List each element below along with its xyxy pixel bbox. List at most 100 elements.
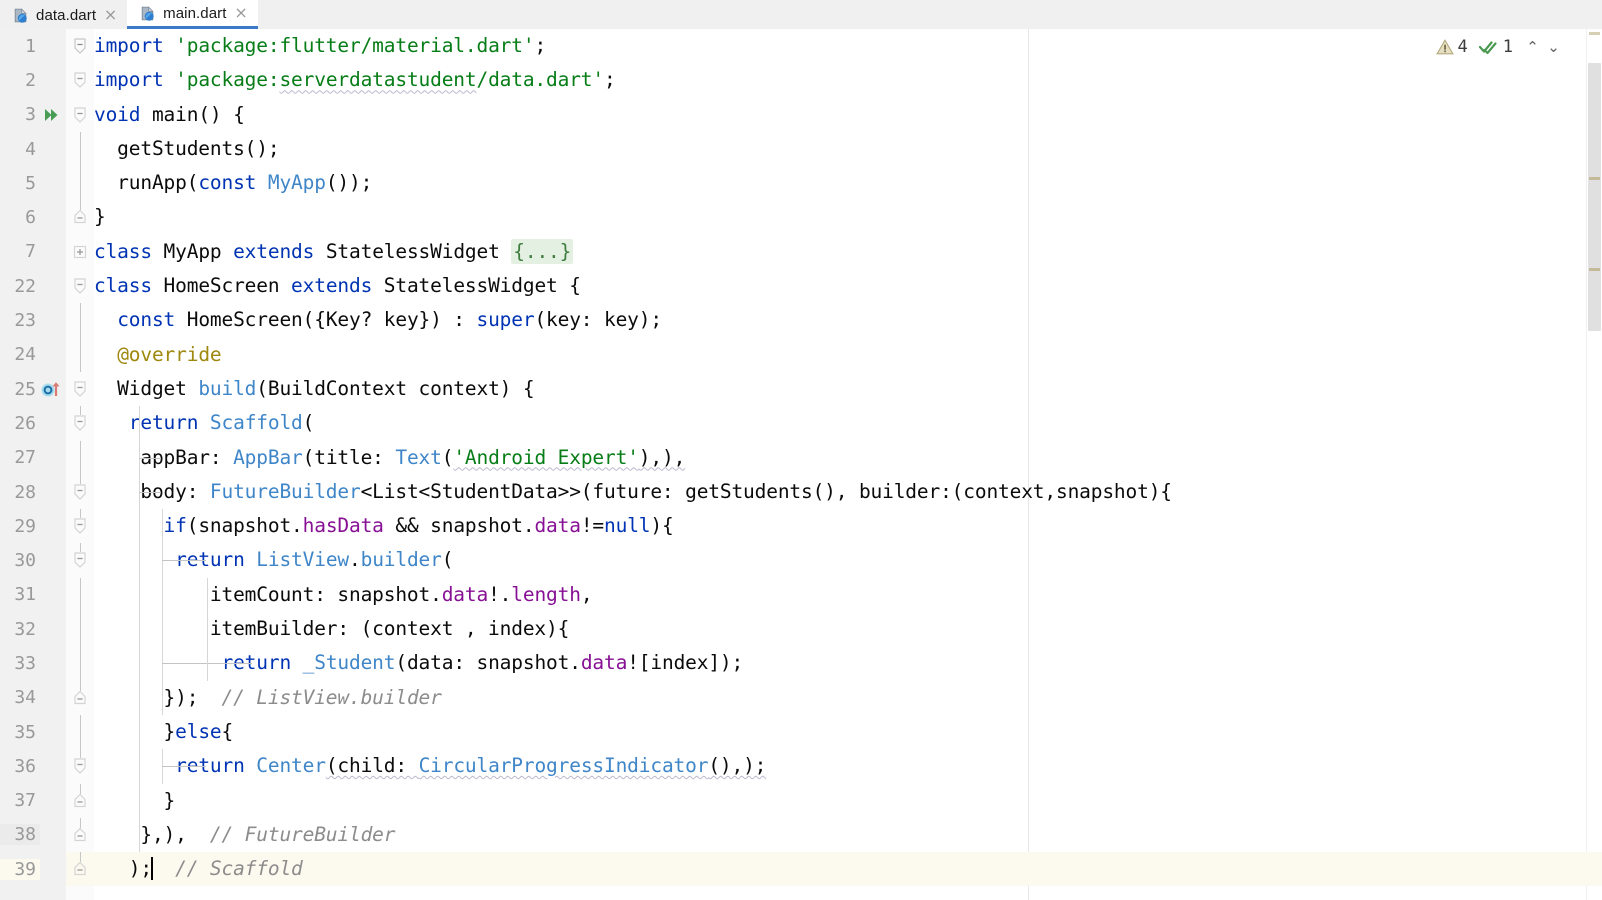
fold-marker-open[interactable] xyxy=(66,372,94,406)
code-line[interactable]: 27 appBar: AppBar(title: Text('Android E… xyxy=(0,440,1602,475)
fold-marker-collapsed[interactable] xyxy=(66,235,94,269)
code-line[interactable]: 4 getStudents(); xyxy=(0,131,1602,167)
code-text[interactable]: runApp(const MyApp()); xyxy=(94,166,1602,200)
code-line[interactable]: 26 return Scaffold( xyxy=(0,406,1602,441)
close-icon[interactable]: × xyxy=(234,5,249,21)
code-text[interactable]: itemBuilder: (context , index){ xyxy=(94,612,1602,647)
code-text[interactable]: return Center(child: CircularProgressInd… xyxy=(94,749,1602,784)
run-double-arrow-icon[interactable] xyxy=(43,106,61,129)
chevron-up-icon[interactable]: ⌃ xyxy=(1524,38,1541,56)
code-line[interactable]: 25 Widget build(BuildContext context) { xyxy=(0,372,1602,406)
code-text[interactable]: return ListView.builder( xyxy=(94,543,1602,578)
fold-marker-end[interactable] xyxy=(66,817,94,852)
code-text[interactable]: appBar: AppBar(title: Text('Android Expe… xyxy=(94,440,1602,475)
fold-marker-open[interactable] xyxy=(66,543,94,577)
line-number: 22 xyxy=(14,275,36,297)
fold-marker-end[interactable] xyxy=(66,200,94,234)
code-editor[interactable]: 4 1 ⌃ ⌄ 1 import 'package:flutter/materi… xyxy=(0,29,1602,900)
code-line[interactable]: 32 itemBuilder: (context , index){ xyxy=(0,612,1602,647)
fold-chevron-icon[interactable] xyxy=(73,758,87,775)
code-text[interactable]: }); // ListView.builder xyxy=(94,680,1602,715)
code-text[interactable]: void main() { xyxy=(94,98,1602,132)
fold-chevron-icon[interactable] xyxy=(73,518,87,535)
fold-end-icon[interactable] xyxy=(73,210,87,226)
chevron-down-icon[interactable]: ⌄ xyxy=(1545,38,1562,56)
inspection-status-widget[interactable]: 4 1 ⌃ ⌄ xyxy=(1435,35,1563,59)
fold-chevron-icon[interactable] xyxy=(73,552,87,569)
code-line[interactable]: 5 runApp(const MyApp()); xyxy=(0,166,1602,201)
code-text[interactable]: import 'package:flutter/material.dart'; xyxy=(94,29,1602,63)
warning-triangle-icon xyxy=(1435,38,1454,56)
fold-end-icon[interactable] xyxy=(73,827,87,844)
code-line[interactable]: 38 },), // FutureBuilder xyxy=(0,817,1602,853)
code-text[interactable]: },), // FutureBuilder xyxy=(94,817,1602,853)
fold-marker-open[interactable] xyxy=(66,63,94,97)
fold-marker-open[interactable] xyxy=(66,749,94,783)
code-text[interactable]: ); // Scaffold xyxy=(94,852,1602,887)
gutter-icon-slot xyxy=(40,338,66,372)
fold-marker-end[interactable] xyxy=(66,680,94,715)
fold-end-icon[interactable] xyxy=(73,690,87,707)
fold-chevron-icon[interactable] xyxy=(73,415,87,432)
fold-marker-end[interactable] xyxy=(66,852,94,887)
fold-marker-open[interactable] xyxy=(66,406,94,440)
code-line[interactable]: 7 class MyApp extends StatelessWidget {.… xyxy=(0,235,1602,269)
code-line[interactable]: 22 class HomeScreen extends StatelessWid… xyxy=(0,269,1602,303)
code-line[interactable]: 2 import 'package:serverdatastudent/data… xyxy=(0,63,1602,97)
fold-chevron-icon[interactable] xyxy=(73,278,87,294)
code-line[interactable]: 31 itemCount: snapshot.data!.length, xyxy=(0,577,1602,613)
code-line[interactable]: 23 const HomeScreen({Key? key}) : super(… xyxy=(0,303,1602,338)
gutter-icon-slot xyxy=(40,235,66,269)
code-text[interactable]: return Scaffold( xyxy=(94,406,1602,441)
overriding-method-icon[interactable] xyxy=(41,379,65,404)
code-line[interactable]: 1 import 'package:flutter/material.dart'… xyxy=(0,29,1602,63)
code-text[interactable]: getStudents(); xyxy=(94,132,1602,166)
fold-end-icon[interactable] xyxy=(73,793,87,810)
fold-expand-icon[interactable] xyxy=(73,245,87,261)
code-line[interactable]: 29 if(snapshot.hasData && snapshot.data!… xyxy=(0,509,1602,544)
gutter-icon-slot xyxy=(40,63,66,97)
code-text[interactable]: class MyApp extends StatelessWidget {...… xyxy=(94,235,1602,269)
code-text[interactable]: return _Student(data: snapshot.data![ind… xyxy=(94,646,1602,681)
tab-main-dart[interactable]: main.dart × xyxy=(127,0,258,29)
fold-chevron-icon[interactable] xyxy=(73,72,87,89)
code-text[interactable]: } xyxy=(94,783,1602,818)
code-text[interactable]: } xyxy=(94,200,1602,234)
code-line[interactable]: 30 return ListView.builder( xyxy=(0,543,1602,578)
code-text[interactable]: @override xyxy=(94,338,1602,372)
code-line[interactable]: 34 }); // ListView.builder xyxy=(0,680,1602,715)
code-line[interactable]: 3 void main() { xyxy=(0,98,1602,132)
fold-marker-open[interactable] xyxy=(66,474,94,509)
code-line-current[interactable]: 39 ); // Scaffold xyxy=(0,852,1602,887)
code-line[interactable]: 28 body: FutureBuilder<List<StudentData>… xyxy=(0,474,1602,510)
code-text[interactable]: if(snapshot.hasData && snapshot.data!=nu… xyxy=(94,509,1602,544)
code-line[interactable]: 36 return Center(child: CircularProgress… xyxy=(0,749,1602,784)
tab-data-dart[interactable]: data.dart × xyxy=(0,1,128,29)
code-text[interactable]: import 'package:serverdatastudent/data.d… xyxy=(94,63,1602,97)
code-text[interactable]: body: FutureBuilder<List<StudentData>>(f… xyxy=(94,474,1602,510)
code-text[interactable]: }else{ xyxy=(94,714,1602,750)
code-line[interactable]: 35 }else{ xyxy=(0,714,1602,750)
fold-marker-open[interactable] xyxy=(66,29,94,63)
fold-marker-end[interactable] xyxy=(66,783,94,818)
code-line[interactable]: 33 return _Student(data: snapshot.data![… xyxy=(0,646,1602,681)
fold-chevron-icon[interactable] xyxy=(73,106,87,123)
fold-end-icon[interactable] xyxy=(73,861,87,878)
folded-region-placeholder[interactable]: {...} xyxy=(511,238,574,264)
code-line[interactable]: 6 } xyxy=(0,200,1602,234)
fold-marker-open[interactable] xyxy=(66,509,94,543)
fold-chevron-icon[interactable] xyxy=(73,381,87,397)
code-text[interactable]: class HomeScreen extends StatelessWidget… xyxy=(94,269,1602,303)
close-icon[interactable]: × xyxy=(103,7,118,23)
code-line[interactable]: 37 } xyxy=(0,783,1602,818)
override-gutter-icon[interactable] xyxy=(40,372,66,406)
fold-marker-open[interactable] xyxy=(66,98,94,132)
fold-chevron-icon[interactable] xyxy=(73,484,87,500)
fold-marker-open[interactable] xyxy=(66,269,94,303)
run-gutter-icon[interactable] xyxy=(40,98,66,132)
fold-chevron-icon[interactable] xyxy=(73,38,87,54)
code-text[interactable]: const HomeScreen({Key? key}) : super(key… xyxy=(94,303,1602,337)
code-line[interactable]: 24 @override xyxy=(0,337,1602,372)
code-text[interactable]: Widget build(BuildContext context) { xyxy=(94,372,1602,406)
code-text[interactable]: itemCount: snapshot.data!.length, xyxy=(94,577,1602,613)
